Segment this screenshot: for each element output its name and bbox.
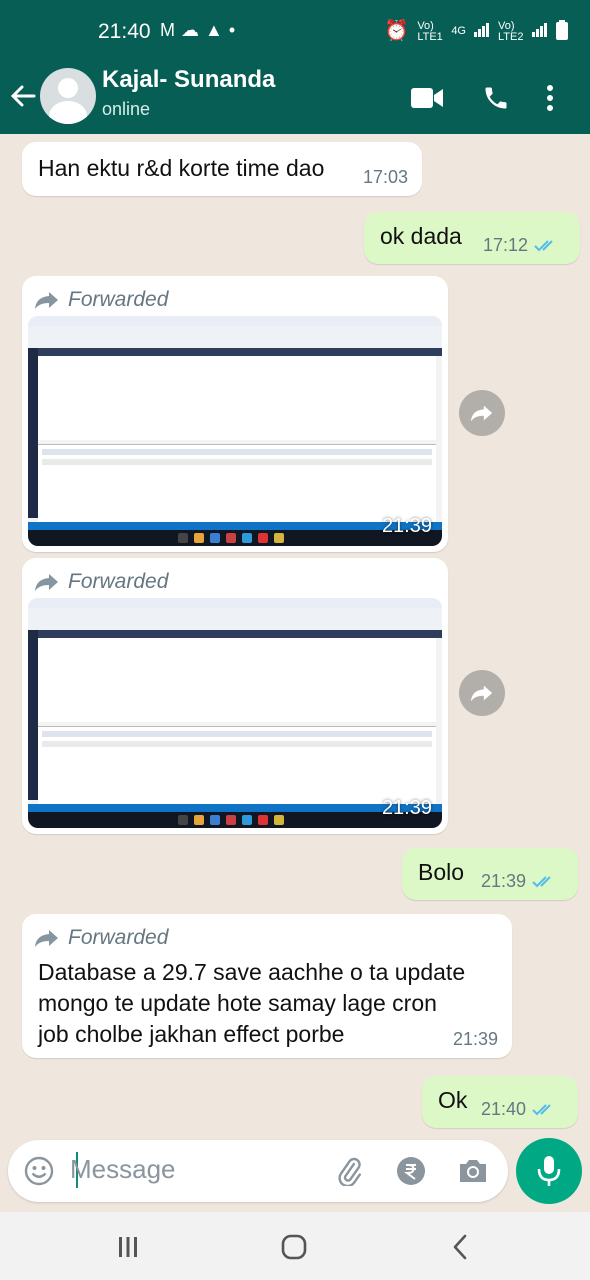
message-time-label: 17:12 (482, 235, 528, 255)
gmail-icon: M (160, 20, 181, 40)
image-preview[interactable]: 21:39 (28, 316, 442, 546)
more-options-icon[interactable] (540, 80, 560, 116)
avatar-head-shape (58, 78, 78, 98)
mic-icon (537, 1156, 561, 1186)
message-bubble-incoming-image[interactable]: Forwarded 21:39 (22, 558, 448, 834)
message-meta: 21:39 (481, 871, 556, 892)
camera-icon[interactable] (456, 1154, 490, 1188)
cloud-icon: ☁ (181, 20, 205, 40)
message-time: 21:39 (453, 1029, 498, 1050)
message-line: mongo te update hote samay lage cron (38, 990, 437, 1016)
back-arrow-icon[interactable] (8, 76, 38, 116)
share-arrow-icon (470, 405, 493, 422)
status-icons-right: ⏰ Vo) LTE1 4G Vo) LTE2 (384, 20, 568, 43)
message-text: Ok (438, 1087, 468, 1113)
message-time-label: 21:39 (452, 1029, 498, 1049)
sim1-label: Vo) LTE1 (417, 19, 443, 43)
read-ticks-icon (532, 875, 551, 887)
message-line: Database a 29.7 save aachhe o ta update (38, 959, 466, 985)
image-time: 21:39 (381, 797, 432, 819)
message-time: 17:03 (363, 167, 408, 188)
contact-name[interactable]: Kajal- Sunanda (102, 66, 275, 94)
forwarded-text: Forwarded (68, 926, 169, 949)
net-label: 4G (451, 25, 466, 37)
video-call-icon[interactable] (410, 80, 446, 116)
message-text: Bolo (418, 859, 465, 885)
message-time-label: 17:03 (362, 167, 408, 187)
status-icons-left: M☁▲• (160, 20, 241, 41)
message-input[interactable]: Message (70, 1154, 176, 1185)
forwarded-label: Forwarded (34, 570, 168, 594)
status-bar: 21:40 M☁▲• ⏰ Vo) LTE1 4G Vo) LTE2 (0, 0, 590, 62)
emoji-icon[interactable] (22, 1154, 56, 1188)
signal2-icon (532, 23, 548, 40)
message-text: ok dada (380, 223, 462, 249)
message-meta: 17:12 (483, 235, 558, 256)
recent-apps-icon[interactable] (108, 1230, 148, 1264)
message-time-label: 21:40 (480, 1099, 526, 1119)
message-meta: 21:40 (481, 1099, 556, 1120)
image-preview[interactable]: 21:39 (28, 598, 442, 828)
forwarded-text: Forwarded (68, 288, 169, 311)
message-bubble-outgoing[interactable]: ok dada 17:12 (364, 212, 580, 264)
avatar-body-shape (49, 101, 87, 124)
forward-share-button[interactable] (459, 390, 505, 436)
image-time: 21:39 (381, 515, 432, 537)
presence-status: online (102, 99, 151, 119)
image-content (28, 316, 442, 546)
forwarded-text: Forwarded (68, 570, 169, 593)
voice-call-icon[interactable] (478, 80, 514, 116)
home-icon[interactable] (274, 1230, 314, 1264)
message-bubble-incoming[interactable]: Forwarded Database a 29.7 save aachhe o … (22, 914, 512, 1058)
message-bubble-outgoing[interactable]: Ok 21:40 (422, 1076, 578, 1128)
alert-icon: ▲ (205, 20, 229, 40)
message-composer[interactable]: Message (8, 1140, 508, 1202)
share-arrow-icon (470, 685, 493, 702)
avatar[interactable] (40, 68, 96, 124)
read-ticks-icon (532, 1103, 551, 1115)
image-content (28, 598, 442, 828)
battery-icon (556, 20, 568, 43)
sim2-label: Vo) LTE2 (498, 19, 524, 43)
system-nav-bar (0, 1212, 590, 1280)
forwarded-label: Forwarded (34, 926, 168, 950)
message-time-label: 21:39 (480, 871, 526, 891)
chat-area[interactable]: Han ektu r&d korte time dao 17:03 ok dad… (0, 134, 590, 1140)
chat-header: Kajal- Sunanda online (0, 62, 590, 134)
voice-message-button[interactable] (516, 1138, 582, 1204)
message-bubble-incoming[interactable]: Han ektu r&d korte time dao 17:03 (22, 142, 422, 196)
message-text: Han ektu r&d korte time dao (38, 155, 325, 181)
read-ticks-icon (534, 239, 553, 251)
forward-arrow-icon (35, 292, 58, 309)
message-text: Database a 29.7 save aachhe o ta update … (38, 957, 465, 1050)
forward-arrow-icon (35, 930, 58, 947)
alarm-icon: ⏰ (384, 20, 410, 42)
message-bubble-incoming-image[interactable]: Forwarded 21:39 (22, 276, 448, 552)
status-time: 21:40 (98, 20, 151, 43)
rupee-payment-icon[interactable] (394, 1154, 428, 1188)
attach-icon[interactable] (332, 1154, 366, 1188)
forwarded-label: Forwarded (34, 288, 168, 312)
message-bubble-outgoing[interactable]: Bolo 21:39 (402, 848, 578, 900)
forward-arrow-icon (35, 574, 58, 591)
forward-share-button[interactable] (459, 670, 505, 716)
signal1-icon (474, 23, 490, 40)
back-nav-icon[interactable] (440, 1230, 480, 1264)
dot-icon: • (228, 20, 242, 40)
message-line: job cholbe jakhan effect porbe (38, 1021, 345, 1047)
